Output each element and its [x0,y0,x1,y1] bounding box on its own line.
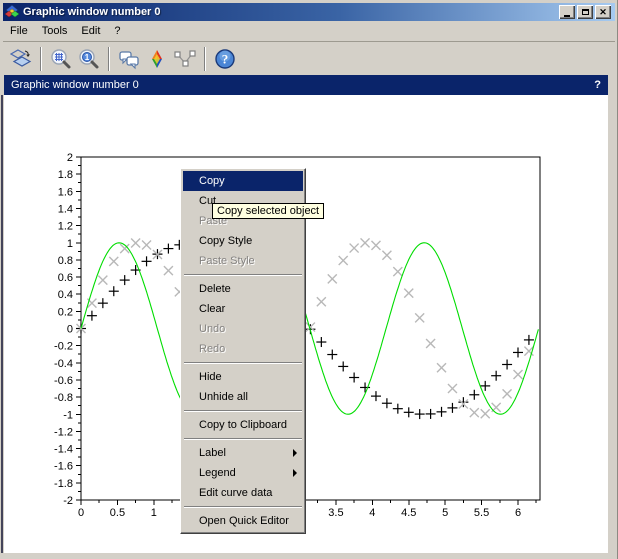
graphics-editor-button[interactable] [115,46,143,72]
toolbar-separator [204,46,206,71]
menu-item-label[interactable]: Label [183,443,303,463]
minimize-icon [564,14,570,17]
colormap-button[interactable] [143,46,171,72]
submenu-arrow-icon [293,449,297,457]
menu-file[interactable]: File [3,21,35,41]
menu-item-copy-to-clipboard[interactable]: Copy to Clipboard [183,415,303,435]
svg-text:?: ? [222,51,229,66]
help-icon: ? [215,48,235,69]
menu-item-unhide-all[interactable]: Unhide all [183,387,303,407]
menu-separator [184,438,302,440]
minimize-button[interactable] [559,5,575,19]
menu-separator [184,410,302,412]
window-left-edge [1,95,3,553]
menu-tools[interactable]: Tools [35,21,75,41]
info-bar-help-button[interactable]: ? [594,79,601,91]
close-button[interactable]: ✕ [595,5,611,19]
menu-item-legend[interactable]: Legend [183,463,303,483]
maximize-icon [581,9,589,15]
menu-bar: File Tools Edit? [3,21,615,41]
menu-item-open-quick-editor[interactable]: Open Quick Editor [183,511,303,531]
title-bar[interactable]: Graphic window number 0 ✕ [3,3,615,21]
maximize-button[interactable] [577,5,593,19]
menu-item-redo: Redo [199,343,226,355]
menu-item-delete[interactable]: Delete [183,279,303,299]
menu-item-undo: Undo [199,323,226,335]
plot-canvas[interactable] [4,95,608,553]
menu-item-clear[interactable]: Clear [183,299,303,319]
menu-help[interactable]: ? [107,21,127,41]
menu-item-edit-curve-data[interactable]: Edit curve data [183,483,303,503]
rotate-icon [10,48,32,67]
info-bar-text: Graphic window number 0 [11,79,139,91]
svg-text:1: 1 [85,53,90,62]
toolbar-separator [108,46,110,71]
menu-edit[interactable]: Edit [74,21,107,41]
rotate-button[interactable] [7,46,35,72]
close-icon: ✕ [599,6,607,17]
menu-separator [184,274,302,276]
scilab-app-icon [5,5,19,18]
toolbar: 1 ? [3,41,615,75]
colormap-icon [152,49,162,68]
menu-separator [184,506,302,508]
tooltip: Copy selected object [212,203,325,219]
context-menu: Copy Cut Paste Copy Style Paste Style Delete C… [180,168,306,534]
menu-separator [184,362,302,364]
datatips-icon [174,49,196,67]
reset-zoom-button[interactable]: 1 [75,46,103,72]
reset-zoom-icon: 1 [79,48,99,68]
menu-item-copy[interactable]: Copy [183,171,303,191]
menu-item-copy-style[interactable]: Copy Style [183,231,303,251]
help-button[interactable]: ? [211,46,239,72]
info-bar: Graphic window number 0 ? [4,75,608,95]
datatips-button[interactable] [171,46,199,72]
speech-bubbles-icon [119,50,139,69]
window-title: Graphic window number 0 [23,6,161,18]
menu-item-hide[interactable]: Hide [183,367,303,387]
submenu-arrow-icon [293,469,297,477]
menu-item-paste-style: Paste Style [199,255,255,267]
zoom-area-icon [51,48,71,68]
toolbar-separator [40,46,42,71]
zoom-area-button[interactable] [47,46,75,72]
